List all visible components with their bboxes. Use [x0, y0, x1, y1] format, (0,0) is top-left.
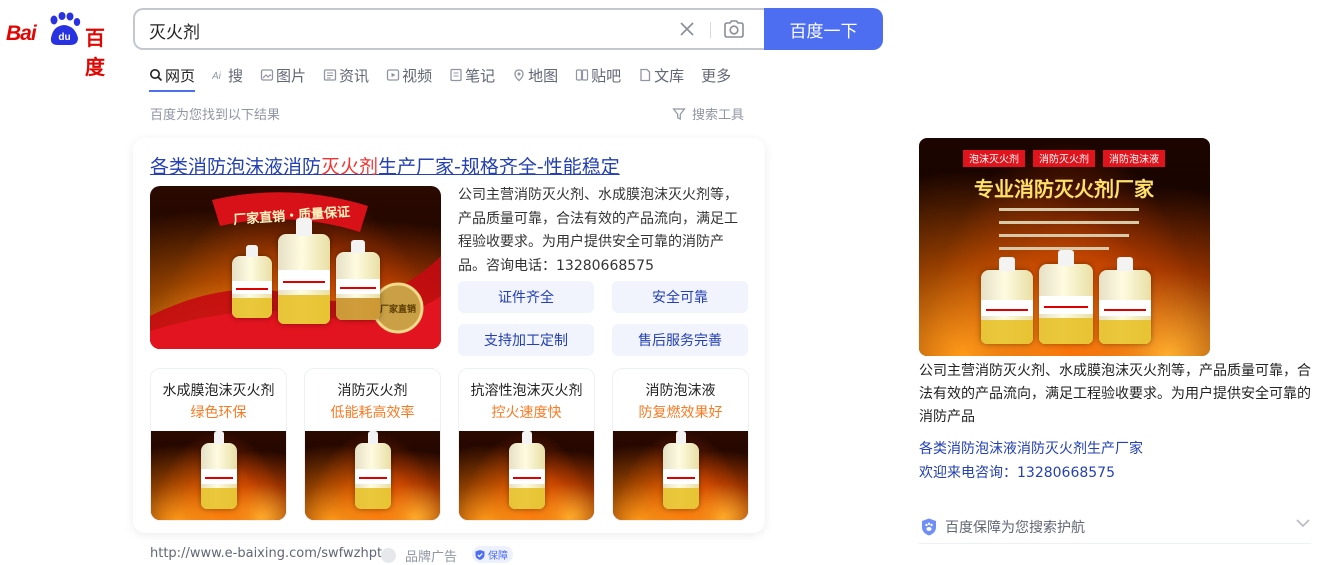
paw-icon: du: [50, 12, 81, 45]
logo-paw-text: du: [58, 32, 70, 43]
sub-title: 抗溶性泡沫灭火剂: [470, 383, 583, 399]
ad-title-highlight: 灭火剂: [321, 156, 379, 178]
brand-ad-text: 品牌广告: [405, 550, 458, 565]
tab-notes[interactable]: 笔记: [449, 62, 495, 88]
ad-sub-item[interactable]: 消防泡沫液 防复燃效果好: [612, 368, 749, 521]
sub-title: 消防泡沫液: [645, 383, 716, 399]
search-button[interactable]: 百度一下: [764, 8, 883, 50]
image-title: 专业消防灭火剂厂家: [974, 177, 1155, 201]
map-icon: [514, 69, 524, 82]
image-tag: 消防灭火剂: [1039, 153, 1089, 166]
ad-pill-link[interactable]: 售后服务完善: [612, 324, 748, 356]
ad-pill-link[interactable]: 证件齐全: [458, 281, 594, 313]
note-icon: [450, 68, 462, 82]
right-title-link[interactable]: 各类消防泡沫液消防灭火剂生产厂家: [919, 438, 1143, 458]
brand-ad-label: 品牌广告: [381, 546, 457, 565]
ad-sub-item[interactable]: 水成膜泡沫灭火剂 绿色环保: [150, 368, 287, 521]
ad-sub-item[interactable]: 消防灭火剂 低能耗高效率: [304, 368, 441, 521]
tab-label: 文库: [654, 66, 685, 85]
sub-title: 水成膜泡沫灭火剂: [162, 383, 275, 399]
sub-image: [305, 431, 440, 520]
ad-pill-link[interactable]: 支持加工定制: [458, 324, 594, 356]
chevron-down-icon[interactable]: [1295, 515, 1311, 531]
right-description: 公司主营消防灭火剂、水成膜泡沫灭火剂等，产品质量可靠，合法有效的产品流向，满足工…: [919, 363, 1311, 425]
ai-icon: Ai: [212, 71, 222, 82]
tab-images[interactable]: 图片: [260, 62, 306, 88]
search-divider: [710, 22, 711, 38]
svg-text:Ai: Ai: [212, 71, 222, 82]
tab-label: 笔记: [465, 66, 496, 85]
sub-image: [151, 431, 286, 520]
search-tools[interactable]: 搜索工具: [672, 104, 744, 123]
tab-map[interactable]: 地图: [512, 62, 558, 88]
result-count: 百度为您找到以下结果: [150, 108, 281, 123]
sub-tag: 控火速度快: [491, 405, 562, 421]
ad-main-image[interactable]: 厂家直销・质量保证 厂家直销: [150, 186, 441, 349]
search-input[interactable]: [149, 19, 629, 41]
tieba-icon: [576, 69, 589, 81]
logo-text-left: Bai: [6, 22, 37, 45]
tab-web[interactable]: 网页: [149, 62, 196, 92]
baidu-logo[interactable]: Bai du 百度: [6, 12, 118, 79]
video-icon: [386, 69, 400, 81]
filter-icon: [672, 107, 686, 120]
tab-label: 贴吧: [591, 66, 622, 85]
sub-tag: 防复燃效果好: [638, 405, 723, 421]
sub-image: [613, 431, 748, 520]
tab-label: 视频: [402, 66, 433, 85]
search-box: [133, 8, 769, 50]
ad-sub-item[interactable]: 抗溶性泡沫灭火剂 控火速度快: [458, 368, 595, 521]
shield-check-icon: [475, 549, 485, 560]
close-icon[interactable]: [678, 20, 696, 38]
sub-tag: 低能耗高效率: [330, 405, 415, 421]
sub-image: [459, 431, 594, 520]
ad-result-card: 各类消防泡沫液消防灭火剂生产厂家-规格齐全-性能稳定 厂家直销・质量保证 厂家直…: [133, 138, 765, 533]
baidu-protect-bar[interactable]: 百度保障为您搜索护航: [919, 510, 1311, 544]
search-icon: [150, 69, 163, 82]
ad-title-part: 生产厂家-规格齐全-性能稳定: [378, 156, 620, 178]
right-ad-image[interactable]: 泡沫灭火剂 消防灭火剂 消防泡沫液 专业消防灭火剂厂家: [919, 138, 1210, 356]
tab-label: 更多: [701, 66, 732, 85]
tab-label: 网页: [165, 66, 196, 85]
search-tools-label: 搜索工具: [692, 108, 745, 123]
image-tag: 消防泡沫液: [1109, 153, 1159, 166]
guarantee-badge[interactable]: 保障: [472, 546, 513, 563]
sub-tag: 绿色环保: [190, 405, 247, 421]
sub-title: 消防灭火剂: [337, 383, 408, 399]
shield-paw-icon: [922, 518, 936, 535]
tab-label: 地图: [528, 66, 559, 85]
image-tag: 泡沫灭火剂: [969, 153, 1019, 166]
right-phone: 欢迎来电咨询：13280668575: [919, 465, 1115, 481]
news-icon: [323, 69, 337, 81]
ad-title-part: 各类消防泡沫液消防: [150, 156, 322, 178]
ad-description: 公司主营消防灭火剂、水成膜泡沫灭火剂等，产品质量可靠，合法有效的产品流向，满足工…: [458, 187, 738, 274]
ad-url[interactable]: http://www.e-baixing.com/swfwzhpt: [150, 546, 382, 561]
tab-label: 图片: [276, 66, 307, 85]
brand-dot-icon: [381, 548, 396, 563]
tab-ai-search[interactable]: Ai 搜: [212, 62, 243, 88]
ad-title-link[interactable]: 各类消防泡沫液消防灭火剂生产厂家-规格齐全-性能稳定: [150, 152, 620, 179]
logo-text-right: 百度: [85, 26, 105, 79]
tab-news[interactable]: 资讯: [323, 62, 369, 88]
protect-text: 百度保障为您搜索护航: [945, 519, 1085, 536]
doc-icon: [640, 68, 651, 82]
guarantee-text: 保障: [488, 551, 508, 562]
seal-text: 厂家直销: [380, 303, 416, 315]
search-tabs: 网页 Ai 搜 图片 资讯 视频 笔记 地图 贴吧 文库 更多: [149, 62, 748, 92]
camera-icon[interactable]: [723, 19, 745, 39]
ad-pill-link[interactable]: 安全可靠: [612, 281, 748, 313]
tab-label: 搜: [228, 66, 244, 85]
tab-label: 资讯: [339, 66, 370, 85]
tab-wenku[interactable]: 文库: [638, 62, 684, 88]
image-icon: [260, 69, 274, 81]
tab-more[interactable]: 更多: [701, 62, 731, 88]
tab-tieba[interactable]: 贴吧: [575, 62, 621, 88]
tab-video[interactable]: 视频: [386, 62, 432, 88]
